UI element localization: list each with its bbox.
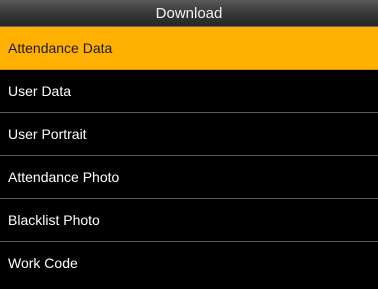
page-title: Download — [0, 0, 378, 27]
menu-item-user-data[interactable]: User Data — [0, 70, 378, 113]
menu-item-user-portrait[interactable]: User Portrait — [0, 113, 378, 156]
menu-item-attendance-photo[interactable]: Attendance Photo — [0, 156, 378, 199]
download-screen: Download Attendance Data User Data User … — [0, 0, 378, 289]
menu-item-work-code[interactable]: Work Code — [0, 242, 378, 285]
download-menu-list: Attendance Data User Data User Portrait … — [0, 27, 378, 285]
menu-item-blacklist-photo[interactable]: Blacklist Photo — [0, 199, 378, 242]
menu-item-attendance-data[interactable]: Attendance Data — [0, 27, 378, 70]
